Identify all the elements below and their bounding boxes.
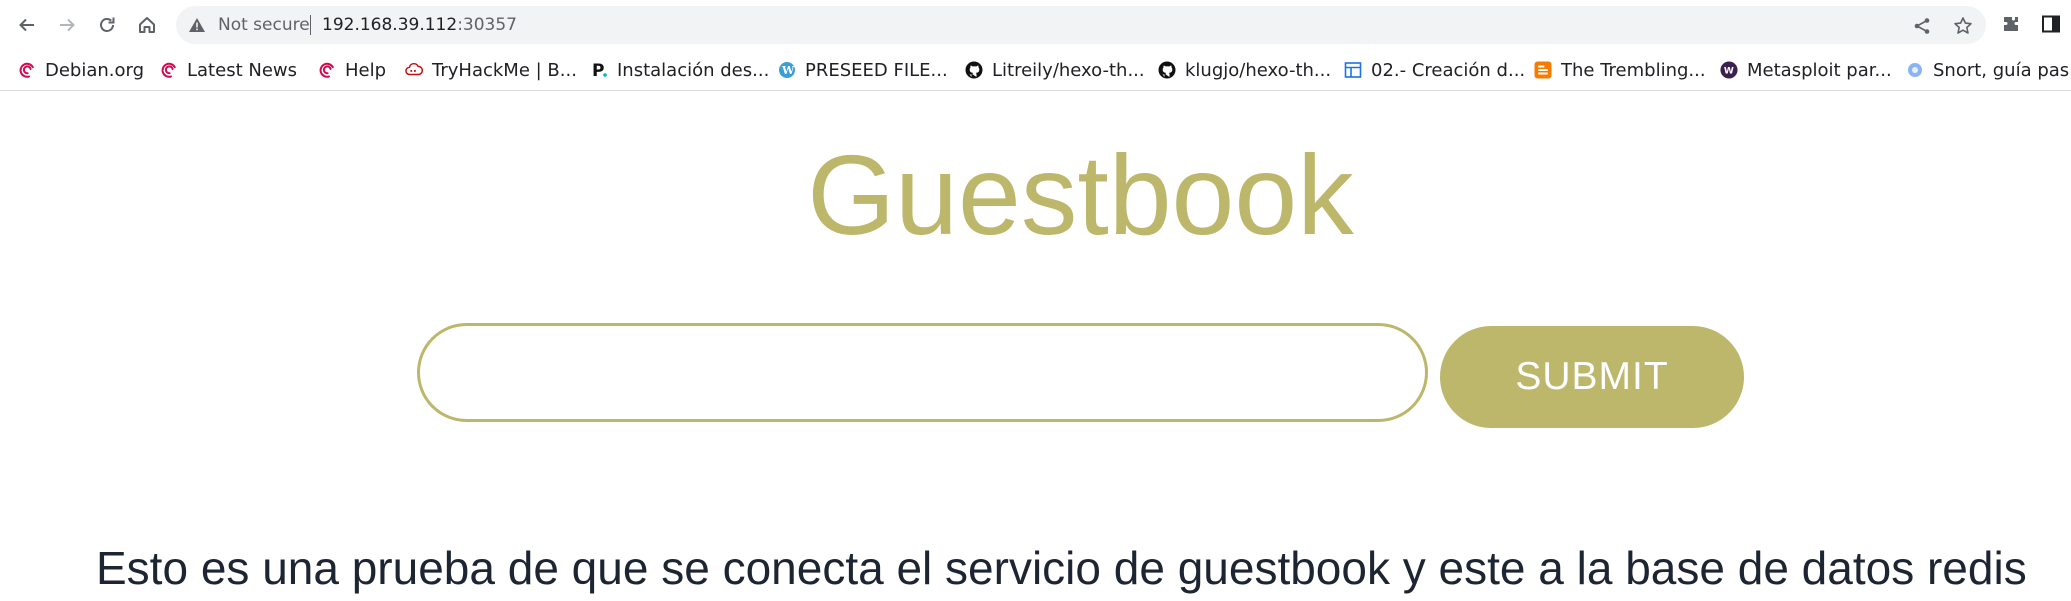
wordpress-icon: W	[778, 61, 796, 79]
tryhackme-cloud-icon	[405, 61, 423, 79]
github-icon	[1158, 61, 1176, 79]
svg-text:W: W	[1724, 67, 1734, 77]
bookmark-creacion[interactable]: 02.- Creación d...	[1344, 58, 1525, 82]
address-bar[interactable]: Not secure 192.168.39.112:30357	[176, 6, 1986, 44]
share-icon[interactable]	[1911, 15, 1933, 37]
bookmark-label: Help	[345, 59, 387, 81]
page-title: Guestbook	[807, 132, 1354, 258]
address-divider	[310, 15, 311, 35]
github-icon	[965, 61, 983, 79]
forward-arrow-icon[interactable]	[51, 9, 83, 41]
svg-text:P: P	[592, 61, 604, 79]
side-panel-icon[interactable]	[2038, 11, 2064, 37]
bookmark-label: Litreily/hexo-th...	[992, 59, 1145, 81]
bookmark-label: PRESEED FILE...	[805, 59, 948, 81]
not-secure-label[interactable]: Not secure	[218, 15, 310, 35]
bookmark-instalacion[interactable]: P Instalación des...	[590, 58, 769, 82]
w-circle-icon: W	[1720, 61, 1738, 79]
guestbook-entry: Esto es una prueba de que se conecta el …	[96, 542, 2027, 594]
debian-swirl-icon	[318, 61, 336, 79]
bookmark-latest-news[interactable]: Latest News	[160, 58, 297, 82]
debian-swirl-icon	[160, 61, 178, 79]
bookmark-label: 02.- Creación d...	[1371, 59, 1526, 81]
bookmark-label: Latest News	[187, 59, 297, 81]
guestbook-entries: Esto es una prueba de que se conecta el …	[96, 540, 2071, 600]
extensions-icon[interactable]	[1998, 11, 2024, 37]
svg-text:W: W	[781, 64, 795, 77]
bookmark-klugjo-hexo[interactable]: klugjo/hexo-th...	[1158, 58, 1331, 82]
bookmark-litreily-hexo[interactable]: Litreily/hexo-th...	[965, 58, 1145, 82]
bookmarks-bar: Debian.org Latest News Help TryHackMe | …	[0, 50, 2071, 91]
bookmark-tryhackme[interactable]: TryHackMe | B...	[405, 58, 577, 82]
bookmark-label: TryHackMe | B...	[432, 59, 577, 81]
submit-button[interactable]: SUBMIT	[1440, 326, 1744, 428]
url-text[interactable]: 192.168.39.112:30357	[322, 15, 517, 35]
star-icon[interactable]	[1952, 15, 1974, 37]
bookmark-debian-org[interactable]: Debian.org	[18, 58, 144, 82]
browser-toolbar: Not secure 192.168.39.112:30357	[0, 0, 2071, 50]
layout-icon	[1344, 61, 1362, 79]
bookmark-preseed-file[interactable]: W PRESEED FILE...	[778, 58, 948, 82]
bookmark-label: Metasploit par...	[1747, 59, 1892, 81]
p-letter-icon: P	[590, 61, 608, 79]
bookmark-label: Debian.org	[45, 59, 145, 81]
bookmark-help[interactable]: Help	[318, 58, 386, 82]
url-port: :30357	[457, 15, 517, 35]
bookmark-snort[interactable]: Snort, guía pas...	[1906, 58, 2071, 82]
warning-triangle-icon[interactable]	[188, 17, 206, 33]
url-host: 192.168.39.112	[322, 15, 458, 35]
bookmark-metasploit[interactable]: W Metasploit par...	[1720, 58, 1892, 82]
home-icon[interactable]	[131, 9, 163, 41]
guestbook-entry-input[interactable]	[417, 323, 1428, 422]
blue-circle-icon	[1906, 61, 1924, 79]
bookmark-label: The Trembling...	[1561, 59, 1706, 81]
blogger-icon	[1534, 61, 1552, 79]
bookmark-label: klugjo/hexo-th...	[1185, 59, 1332, 81]
bookmark-the-trembling[interactable]: The Trembling...	[1534, 58, 1706, 82]
reload-icon[interactable]	[91, 9, 123, 41]
debian-swirl-icon	[18, 61, 36, 79]
back-arrow-icon[interactable]	[11, 9, 43, 41]
bookmark-label: Instalación des...	[617, 59, 770, 81]
bookmark-label: Snort, guía pas...	[1933, 59, 2071, 81]
